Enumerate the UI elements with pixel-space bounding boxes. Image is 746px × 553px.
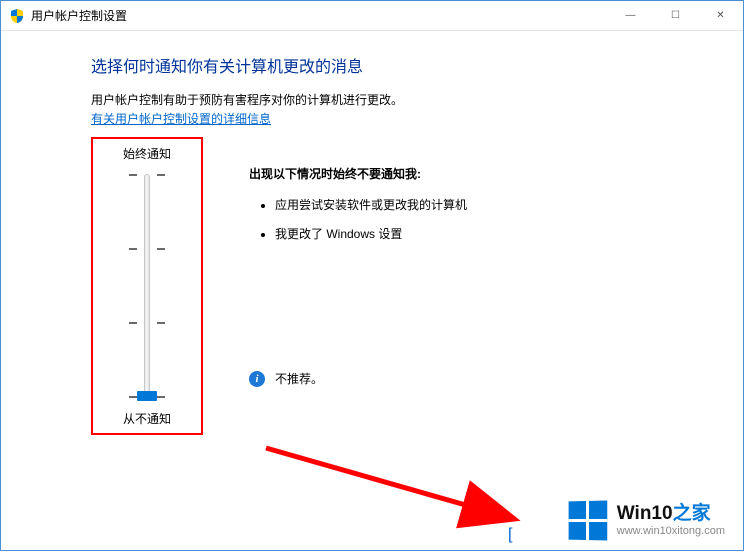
detail-bullets: 应用尝试安装软件或更改我的计算机 我更改了 Windows 设置 [275, 196, 687, 242]
watermark-text: Win10之家 www.win10xitong.com [617, 504, 725, 537]
content-area: 选择何时通知你有关计算机更改的消息 用户帐户控制有助于预防有害程序对你的计算机进… [1, 31, 743, 435]
brand-name-a: Win10 [617, 503, 673, 524]
slider-thumb[interactable] [137, 391, 157, 401]
page-heading: 选择何时通知你有关计算机更改的消息 [91, 53, 707, 77]
slider-track-wrap [93, 162, 201, 410]
windows-logo-icon [568, 501, 607, 541]
brand-url: www.win10xitong.com [617, 525, 725, 537]
slider-tick [129, 322, 137, 324]
slider-tick [157, 248, 165, 250]
maximize-button[interactable]: ☐ [653, 1, 698, 30]
slider-tick [157, 174, 165, 176]
window-title: 用户帐户控制设置 [31, 7, 127, 24]
recommendation-row: i 不推荐。 [249, 370, 687, 387]
body-row: 始终通知 从不通知 [91, 137, 707, 435]
close-button[interactable]: ✕ [698, 1, 743, 30]
window-buttons: — ☐ ✕ [608, 1, 743, 30]
watermark: Win10之家 www.win10xitong.com [568, 501, 725, 540]
titlebar[interactable]: 用户帐户控制设置 — ☐ ✕ [1, 1, 743, 31]
slider-panel: 始终通知 从不通知 [91, 137, 203, 435]
slider-tick [129, 174, 137, 176]
slider-tick [129, 396, 137, 398]
page-description: 用户帐户控制有助于预防有害程序对你的计算机进行更改。 [91, 91, 707, 108]
slider-rail [144, 174, 150, 398]
brand-name-b: 之家 [673, 503, 711, 524]
slider-tick [157, 322, 165, 324]
slider-tick [129, 248, 137, 250]
info-icon: i [249, 371, 265, 387]
annotation-arrow-icon [261, 443, 541, 533]
uac-slider[interactable] [125, 174, 169, 398]
recommendation-text: 不推荐。 [275, 370, 323, 387]
bullet-item: 我更改了 Windows 设置 [275, 225, 687, 242]
shield-icon [9, 8, 25, 24]
help-link[interactable]: 有关用户帐户控制设置的详细信息 [91, 110, 271, 127]
bullet-item: 应用尝试安装软件或更改我的计算机 [275, 196, 687, 213]
detail-pane: 出现以下情况时始终不要通知我: 应用尝试安装软件或更改我的计算机 我更改了 Wi… [203, 137, 707, 435]
detail-heading: 出现以下情况时始终不要通知我: [249, 165, 687, 182]
slider-bottom-label: 从不通知 [123, 410, 171, 427]
uac-window: 用户帐户控制设置 — ☐ ✕ 选择何时通知你有关计算机更改的消息 用户帐户控制有… [0, 0, 744, 551]
minimize-button[interactable]: — [608, 1, 653, 30]
slider-top-label: 始终通知 [123, 145, 171, 162]
cropped-button-fragment: [ [508, 526, 512, 544]
slider-tick [157, 396, 165, 398]
